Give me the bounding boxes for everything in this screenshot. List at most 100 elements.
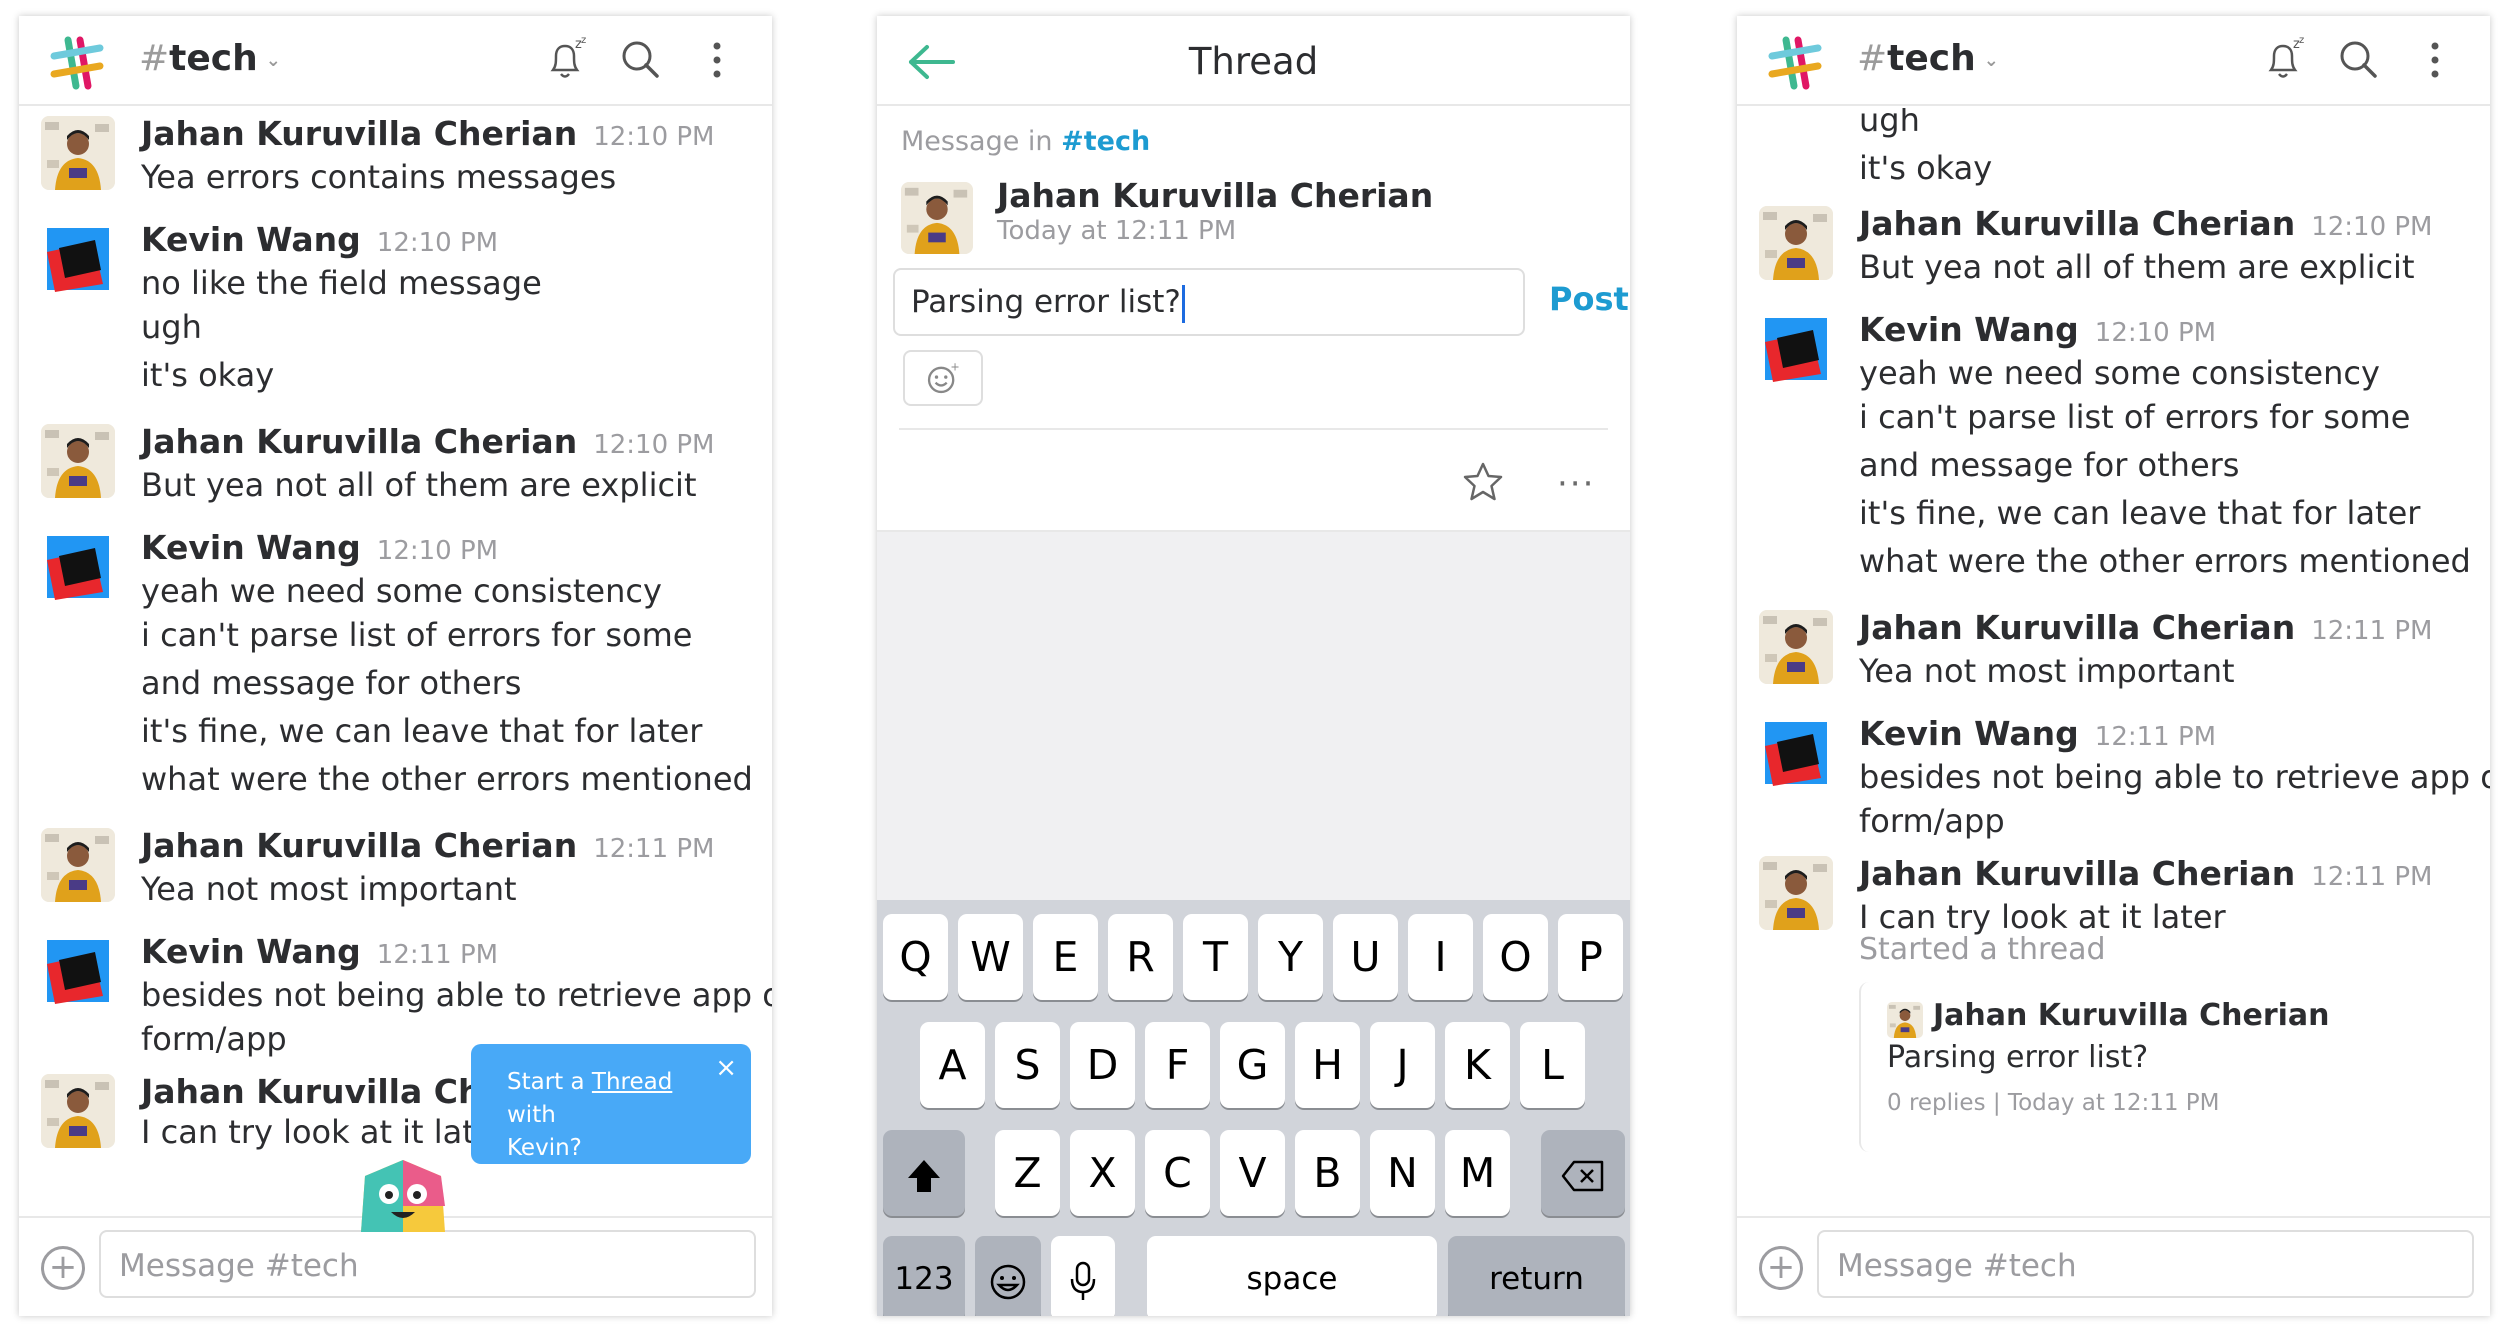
key-p[interactable]: P [1558, 914, 1623, 1000]
started-thread-label[interactable]: Started a thread [1859, 930, 2106, 970]
channel-title[interactable]: #tech ⌄ [1857, 38, 1999, 79]
key-z[interactable]: Z [995, 1130, 1060, 1216]
key-r[interactable]: R [1108, 914, 1173, 1000]
avatar[interactable] [1759, 856, 1833, 930]
avatar[interactable] [41, 1074, 115, 1148]
more-horizontal-icon[interactable]: ··· [1557, 464, 1595, 504]
avatar[interactable] [41, 530, 115, 604]
author-name[interactable]: Kevin Wang [141, 220, 361, 259]
emoji-key[interactable] [975, 1236, 1041, 1316]
channel-name: tech [1887, 38, 1976, 79]
message-author[interactable]: Jahan Kuruvilla Cherian 12:11 PM [1859, 854, 2480, 897]
message-author[interactable]: Kevin Wang 12:11 PM [141, 932, 762, 975]
key-t[interactable]: T [1183, 914, 1248, 1000]
avatar[interactable] [901, 182, 973, 254]
shift-key[interactable] [883, 1130, 965, 1216]
author-name[interactable]: Jahan Kuruvilla Cherian [141, 422, 577, 461]
more-vertical-icon[interactable] [691, 34, 743, 86]
avatar[interactable] [41, 934, 115, 1008]
space-key[interactable]: space [1147, 1236, 1437, 1316]
backspace-key[interactable] [1541, 1130, 1625, 1216]
thread-card-meta[interactable]: 0 replies | Today at 12:11 PM [1887, 1090, 2220, 1116]
snooze-bell-icon[interactable]: zz [2257, 34, 2309, 86]
avatar[interactable] [41, 424, 115, 498]
key-b[interactable]: B [1295, 1130, 1360, 1216]
key-i[interactable]: I [1408, 914, 1473, 1000]
author-name[interactable]: Kevin Wang [141, 528, 361, 567]
star-icon[interactable] [1461, 460, 1505, 504]
tooltip-text-suffix: with [507, 1102, 556, 1128]
key-j[interactable]: J [1370, 1022, 1435, 1108]
key-y[interactable]: Y [1258, 914, 1323, 1000]
author-name[interactable]: Jahan Kuruvilla Cherian [141, 826, 577, 865]
avatar[interactable] [1759, 610, 1833, 684]
author-name[interactable]: Jahan Kuruvilla Cherian [1859, 854, 2295, 893]
author-name[interactable]: Jahan Kuruvilla Cherian [141, 114, 577, 153]
thread-author[interactable]: Jahan Kuruvilla Cherian [997, 176, 1433, 215]
snooze-bell-icon[interactable]: zz [539, 34, 591, 86]
more-vertical-icon[interactable] [2409, 34, 2461, 86]
key-c[interactable]: C [1145, 1130, 1210, 1216]
empty-area [877, 530, 1630, 900]
avatar[interactable] [1759, 206, 1833, 280]
return-key[interactable]: return [1448, 1236, 1625, 1316]
message-author[interactable]: Jahan Kuruvilla Cherian 12:10 PM [141, 114, 762, 157]
author-name[interactable]: Kevin Wang [1859, 310, 2079, 349]
avatar[interactable] [1759, 716, 1833, 790]
key-f[interactable]: F [1145, 1022, 1210, 1108]
slack-logo-icon[interactable] [1766, 34, 1824, 92]
key-k[interactable]: K [1445, 1022, 1510, 1108]
avatar[interactable] [1759, 312, 1833, 386]
key-v[interactable]: V [1220, 1130, 1285, 1216]
key-u[interactable]: U [1333, 914, 1398, 1000]
author-name[interactable]: Jahan Kuruvilla Cherian [1859, 204, 2295, 243]
message-author[interactable]: Jahan Kuruvilla Cherian 12:10 PM [1859, 204, 2480, 247]
text-cursor [1181, 284, 1185, 323]
search-icon[interactable] [615, 34, 667, 86]
message-author[interactable]: Jahan Kuruvilla Cherian 12:11 PM [1859, 608, 2480, 651]
avatar[interactable] [41, 222, 115, 296]
thread-tooltip[interactable]: × Start a Thread with Kevin? [471, 1044, 751, 1164]
avatar[interactable] [41, 828, 115, 902]
add-icon[interactable]: + [1759, 1246, 1803, 1290]
message-author[interactable]: Kevin Wang 12:10 PM [141, 528, 762, 571]
post-button[interactable]: Post [1549, 280, 1629, 318]
thread-link[interactable]: Thread [592, 1069, 672, 1095]
key-x[interactable]: X [1070, 1130, 1135, 1216]
key-q[interactable]: Q [883, 914, 948, 1000]
microphone-key[interactable] [1051, 1236, 1115, 1316]
author-name[interactable]: Jahan Kuruvilla Cherian [1859, 608, 2295, 647]
key-s[interactable]: S [995, 1022, 1060, 1108]
search-icon[interactable] [2333, 34, 2385, 86]
key-a[interactable]: A [920, 1022, 985, 1108]
key-d[interactable]: D [1070, 1022, 1135, 1108]
slack-logo-icon[interactable] [48, 34, 106, 92]
message-author[interactable]: Jahan Kuruvilla Cherian 12:11 PM [141, 826, 762, 869]
key-g[interactable]: G [1220, 1022, 1285, 1108]
add-icon[interactable]: + [41, 1246, 85, 1290]
message-author[interactable]: Kevin Wang 12:10 PM [141, 220, 762, 263]
message-list: ugh it's okay Jahan Kuruvilla Cherian 12:10… [1737, 108, 2490, 1216]
message-input[interactable]: Message #tech [1817, 1230, 2474, 1298]
avatar[interactable] [41, 116, 115, 190]
author-name[interactable]: Kevin Wang [141, 932, 361, 971]
key-n[interactable]: N [1370, 1130, 1435, 1216]
thread-card[interactable]: Jahan Kuruvilla Cherian Parsing error lis… [1859, 982, 2459, 1152]
message-author[interactable]: Kevin Wang 12:11 PM [1859, 714, 2480, 757]
message-author[interactable]: Jahan Kuruvilla Cherian 12:10 PM [141, 422, 762, 465]
key-m[interactable]: M [1445, 1130, 1510, 1216]
key-w[interactable]: W [958, 914, 1023, 1000]
reply-input[interactable]: Parsing error list? [893, 268, 1525, 336]
key-e[interactable]: E [1033, 914, 1098, 1000]
author-name[interactable]: Kevin Wang [1859, 714, 2079, 753]
key-l[interactable]: L [1520, 1022, 1585, 1108]
key-o[interactable]: O [1483, 914, 1548, 1000]
numbers-key[interactable]: 123 [883, 1236, 965, 1316]
channel-title[interactable]: #tech ⌄ [139, 38, 281, 79]
key-h[interactable]: H [1295, 1022, 1360, 1108]
message-input[interactable]: Message #tech [99, 1230, 756, 1298]
message-author[interactable]: Kevin Wang 12:10 PM [1859, 310, 2480, 353]
add-reaction-icon[interactable]: + [903, 350, 983, 406]
close-icon[interactable]: × [715, 1052, 737, 1085]
channel-link[interactable]: #tech [1061, 126, 1150, 157]
